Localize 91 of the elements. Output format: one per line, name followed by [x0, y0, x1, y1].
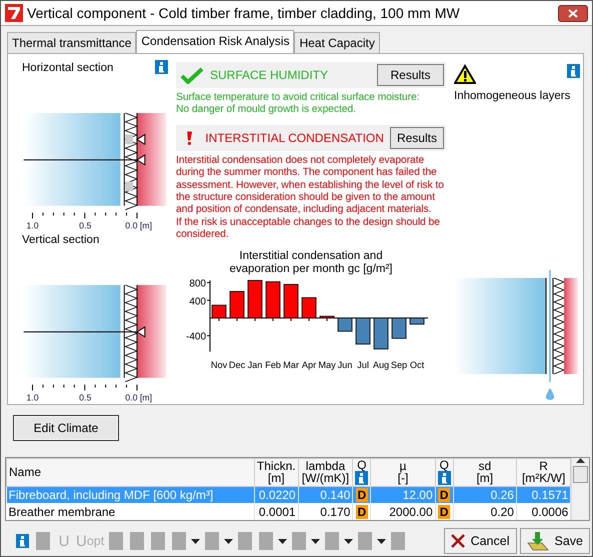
- month-label: Jul: [357, 360, 369, 370]
- app-logo-icon: [5, 4, 23, 22]
- close-button[interactable]: [558, 4, 588, 22]
- download-tray-icon: [526, 532, 548, 550]
- month-label: Aug: [372, 360, 390, 370]
- info-icon[interactable]: [155, 60, 168, 74]
- section-title: Vertical section: [22, 234, 100, 246]
- bar: [212, 304, 226, 318]
- scroll-thumb[interactable]: [573, 466, 588, 483]
- column-header[interactable]: lambda [W/(mK)]: [298, 458, 353, 486]
- bar: [320, 315, 334, 318]
- exclamation-icon: [187, 131, 192, 145]
- table-cell: 0.20: [453, 503, 516, 520]
- table-cell: 12.00: [370, 486, 436, 504]
- table-cell: 0.0220: [254, 486, 298, 504]
- results-button[interactable]: Results: [377, 64, 444, 86]
- bar: [302, 296, 316, 318]
- column-header[interactable]: µ [-]: [370, 458, 436, 486]
- bar: [284, 284, 298, 318]
- section-title: Horizontal section: [22, 62, 114, 74]
- quality-badge: D: [438, 504, 450, 519]
- check-title: SURFACE HUMIDITY: [210, 68, 330, 82]
- month-label: Sep: [390, 360, 408, 370]
- tab[interactable]: Thermal transmittance: [7, 32, 136, 53]
- bar: [230, 290, 244, 318]
- bar: [356, 317, 370, 344]
- check-message: Interstitial condensation does not completely evaporate during the summer months. The component has failed the assessment. However, when establishing the level of risk to the structure consideration should be given to the amount and position of condensate, including adjacent materials. If the risk is unacceptable changes to the design should be considered.: [176, 154, 445, 242]
- bar: [248, 280, 262, 318]
- bar: [266, 280, 280, 318]
- month-label: Nov: [210, 360, 228, 370]
- axis-label: 1.0: [26, 392, 39, 402]
- quality-badge: D: [356, 488, 368, 502]
- checkmark-icon: [180, 66, 204, 84]
- tab[interactable]: Condensation Risk Analysis: [136, 30, 294, 53]
- month-label: Apr: [302, 360, 316, 370]
- info-icon[interactable]: [16, 534, 28, 548]
- axis-label: 0.5: [79, 392, 92, 402]
- column-header[interactable]: R [m²K/W]: [516, 458, 571, 486]
- bar: [338, 317, 352, 332]
- info-icon[interactable]: [438, 471, 451, 486]
- column-label: Q: [439, 459, 449, 472]
- month-label: Jan: [248, 360, 262, 370]
- table-cell[interactable]: Breather membrane: [6, 503, 254, 520]
- info-icon[interactable]: [567, 64, 580, 78]
- month-label: May: [318, 360, 336, 370]
- close-icon: [568, 8, 578, 18]
- check-title: INTERSTITIAL CONDENSATION: [205, 130, 384, 145]
- column-header[interactable]: Q: [435, 458, 454, 486]
- column-label: Q: [357, 459, 366, 472]
- tab[interactable]: Heat Capacity: [294, 32, 380, 53]
- month-label: Mar: [283, 360, 299, 370]
- column-header[interactable]: Thickn. [m]: [254, 458, 298, 486]
- cancel-button[interactable]: Cancel: [444, 528, 516, 554]
- info-icon[interactable]: [355, 471, 368, 486]
- check-message: Surface temperature to avoid critical surface moisture: No danger of mould growth is expected.: [176, 92, 420, 117]
- save-button[interactable]: Save: [520, 528, 590, 554]
- month-label: Jun: [338, 360, 352, 370]
- table-cell: 0.140: [298, 486, 353, 504]
- chart-title: Interstitial condensation and evaporation per month gc [g/m²]: [228, 250, 394, 276]
- scrollbar[interactable]: [571, 458, 589, 520]
- bar: [410, 317, 424, 324]
- quality-badge: D: [438, 488, 450, 502]
- tick-label: 400: [189, 296, 206, 307]
- column-header[interactable]: Q: [352, 458, 371, 486]
- axis-label: 1.0: [26, 220, 39, 230]
- bar: [374, 317, 388, 350]
- axis-label: 0.0 [m]: [125, 392, 152, 402]
- axis-label: 0.0 [m]: [125, 220, 152, 230]
- tick-label: -400: [186, 331, 206, 342]
- column-header[interactable]: sd [m]: [453, 458, 516, 486]
- table-cell: 0.26: [453, 486, 516, 504]
- notice-text: Inhomogeneous layers: [454, 90, 572, 102]
- table-cell: 0.170: [298, 503, 353, 520]
- column-header[interactable]: Name: [6, 458, 254, 486]
- warning-icon: [454, 64, 476, 84]
- cross-icon: [450, 534, 465, 548]
- month-label: Dec: [228, 360, 246, 370]
- drop-icon: [546, 388, 554, 400]
- results-button[interactable]: Results: [390, 126, 444, 149]
- table-cell: 0.1571: [516, 486, 571, 504]
- table-cell: 2000.00: [370, 503, 436, 520]
- month-label: Feb: [265, 360, 281, 370]
- quality-badge: D: [356, 504, 368, 519]
- edit-climate-button[interactable]: Edit Climate: [13, 415, 119, 441]
- scroll-up-icon[interactable]: [576, 458, 586, 464]
- axis-label: 0.5: [79, 220, 92, 230]
- tick-label: 800: [189, 278, 206, 290]
- table-cell: 0.0001: [254, 503, 298, 520]
- bar: [392, 317, 406, 338]
- month-label: Oct: [410, 360, 424, 370]
- window-title: Vertical component - Cold timber frame, timber cladding, 100 mm MW: [27, 5, 461, 21]
